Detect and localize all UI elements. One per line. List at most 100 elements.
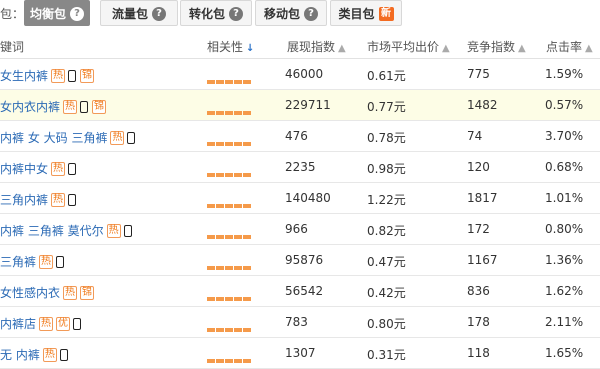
relevance-segment xyxy=(216,235,224,239)
keyword-cell[interactable]: 女生内裤热锦 xyxy=(0,67,97,84)
relevance-segment xyxy=(225,173,233,177)
header-impressions[interactable]: 展现指数 ▲ xyxy=(287,38,346,55)
tab-conversion[interactable]: 转化包? xyxy=(180,0,252,26)
keyword-cell[interactable]: 女内衣内裤热锦 xyxy=(0,98,109,115)
keyword-text[interactable]: 无 内裤 xyxy=(0,348,40,362)
keyword-cell[interactable]: 女性感内衣热锦 xyxy=(0,284,97,301)
table-row[interactable]: 三角内裤热 140480 1.22元 1817 1.01% xyxy=(0,183,600,214)
avg-bid-cell: 0.47元 xyxy=(367,255,406,269)
keyword-cell[interactable]: 三角内裤热 xyxy=(0,191,80,208)
relevance-segment xyxy=(216,173,224,177)
mobile-icon xyxy=(68,193,77,206)
relevance-segment xyxy=(243,111,251,115)
keyword-text[interactable]: 内裤 三角裤 莫代尔 xyxy=(0,224,104,238)
relevance-bar xyxy=(207,259,252,270)
sort-arrow-icon[interactable]: ▲ xyxy=(442,43,450,54)
impressions-cell: 2235 xyxy=(285,160,316,174)
keyword-tag: 热 xyxy=(51,192,66,207)
keyword-tag: 热 xyxy=(39,254,54,269)
help-icon[interactable]: ? xyxy=(70,6,84,21)
relevance-segment xyxy=(207,235,215,239)
keyword-cell[interactable]: 内裤中女热 xyxy=(0,160,80,177)
table-row[interactable]: 内裤店热优 783 0.80元 178 2.11% xyxy=(0,307,600,338)
header-competition[interactable]: 竞争指数 ▲ xyxy=(467,38,526,55)
header-ctr[interactable]: 点击率 ▲ xyxy=(546,38,593,55)
relevance-segment xyxy=(225,204,233,208)
relevance-segment xyxy=(225,266,233,270)
help-icon[interactable]: ? xyxy=(304,6,318,21)
keyword-table: 键词 相关性 ↓ 展现指数 ▲ 市场平均出价 ▲ 竞争指数 ▲ 点击率 ▲ 女生内裤热锦 4… xyxy=(0,33,600,369)
table-row[interactable]: 女生内裤热锦 46000 0.61元 775 1.59% xyxy=(0,59,600,90)
tab-traffic[interactable]: 流量包? xyxy=(100,0,178,26)
relevance-segment xyxy=(207,297,215,301)
tab-category[interactable]: 类目包新 xyxy=(330,0,402,26)
keyword-text[interactable]: 内裤 女 大码 三角裤 xyxy=(0,131,107,145)
relevance-segment xyxy=(243,297,251,301)
impressions-cell: 95876 xyxy=(285,253,324,267)
avg-bid-cell: 0.77元 xyxy=(367,100,406,114)
tab-balanced[interactable]: 均衡包? xyxy=(24,0,90,26)
competition-cell: 775 xyxy=(467,67,490,81)
ctr-cell: 3.70% xyxy=(545,129,584,143)
relevance-bar xyxy=(207,197,252,208)
sort-arrow-icon[interactable]: ▲ xyxy=(518,43,526,54)
avg-bid-cell: 0.98元 xyxy=(367,162,406,176)
table-row[interactable]: 内裤中女热 2235 0.98元 120 0.68% xyxy=(0,152,600,183)
impressions-cell: 46000 xyxy=(285,67,324,81)
keyword-extra-tag: 锦 xyxy=(92,99,107,114)
header-avg-bid[interactable]: 市场平均出价 ▲ xyxy=(367,38,450,55)
keyword-text[interactable]: 内裤店 xyxy=(0,317,36,331)
ctr-cell: 1.01% xyxy=(545,191,584,205)
relevance-segment xyxy=(225,80,233,84)
ctr-cell: 0.80% xyxy=(545,222,584,236)
relevance-segment xyxy=(234,297,242,301)
table-row[interactable]: 内裤 三角裤 莫代尔热 966 0.82元 172 0.80% xyxy=(0,214,600,245)
table-row[interactable]: 无 内裤热 1307 0.31元 118 1.65% xyxy=(0,338,600,369)
header-relevance-label: 相关性 xyxy=(207,40,244,54)
relevance-segment xyxy=(207,266,215,270)
relevance-segment xyxy=(216,80,224,84)
keyword-text[interactable]: 三角内裤 xyxy=(0,193,48,207)
tab-label: 均衡包 xyxy=(29,7,66,21)
impressions-cell: 229711 xyxy=(285,98,331,112)
keyword-extra-tag: 锦 xyxy=(80,285,95,300)
relevance-segment xyxy=(207,111,215,115)
keyword-tag: 热 xyxy=(51,161,66,176)
keyword-text[interactable]: 女生内裤 xyxy=(0,69,48,83)
relevance-segment xyxy=(234,142,242,146)
sort-desc-icon[interactable]: ↓ xyxy=(246,43,254,54)
table-row[interactable]: 三角裤热 95876 0.47元 1167 1.36% xyxy=(0,245,600,276)
impressions-cell: 476 xyxy=(285,129,308,143)
keyword-cell[interactable]: 内裤店热优 xyxy=(0,315,85,332)
table-header: 键词 相关性 ↓ 展现指数 ▲ 市场平均出价 ▲ 竞争指数 ▲ 点击率 ▲ xyxy=(0,33,600,59)
keyword-text[interactable]: 内裤中女 xyxy=(0,162,48,176)
impressions-cell: 783 xyxy=(285,315,308,329)
help-icon[interactable]: ? xyxy=(229,6,243,21)
impressions-cell: 966 xyxy=(285,222,308,236)
relevance-segment xyxy=(216,297,224,301)
ctr-cell: 1.65% xyxy=(545,346,584,360)
relevance-segment xyxy=(234,80,242,84)
keyword-cell[interactable]: 无 内裤热 xyxy=(0,346,72,363)
relevance-segment xyxy=(234,266,242,270)
table-row[interactable]: 女内衣内裤热锦 229711 0.77元 1482 0.57% xyxy=(0,90,600,121)
header-relevance[interactable]: 相关性 ↓ xyxy=(207,38,254,55)
sort-arrow-icon[interactable]: ▲ xyxy=(338,43,346,54)
table-row[interactable]: 内裤 女 大码 三角裤热 476 0.78元 74 3.70% xyxy=(0,121,600,152)
keyword-cell[interactable]: 内裤 三角裤 莫代尔热 xyxy=(0,222,136,239)
competition-cell: 120 xyxy=(467,160,490,174)
keyword-text[interactable]: 女内衣内裤 xyxy=(0,100,60,114)
keyword-cell[interactable]: 三角裤热 xyxy=(0,253,68,270)
competition-cell: 172 xyxy=(467,222,490,236)
relevance-segment xyxy=(225,328,233,332)
keyword-text[interactable]: 女性感内衣 xyxy=(0,286,60,300)
tab-mobile[interactable]: 移动包? xyxy=(255,0,327,26)
avg-bid-cell: 1.22元 xyxy=(367,193,406,207)
keyword-cell[interactable]: 内裤 女 大码 三角裤热 xyxy=(0,129,139,146)
relevance-segment xyxy=(216,359,224,363)
help-icon[interactable]: ? xyxy=(152,6,166,21)
keyword-text[interactable]: 三角裤 xyxy=(0,255,36,269)
relevance-segment xyxy=(207,173,215,177)
sort-arrow-icon[interactable]: ▲ xyxy=(585,43,593,54)
table-row[interactable]: 女性感内衣热锦 56542 0.42元 836 1.62% xyxy=(0,276,600,307)
